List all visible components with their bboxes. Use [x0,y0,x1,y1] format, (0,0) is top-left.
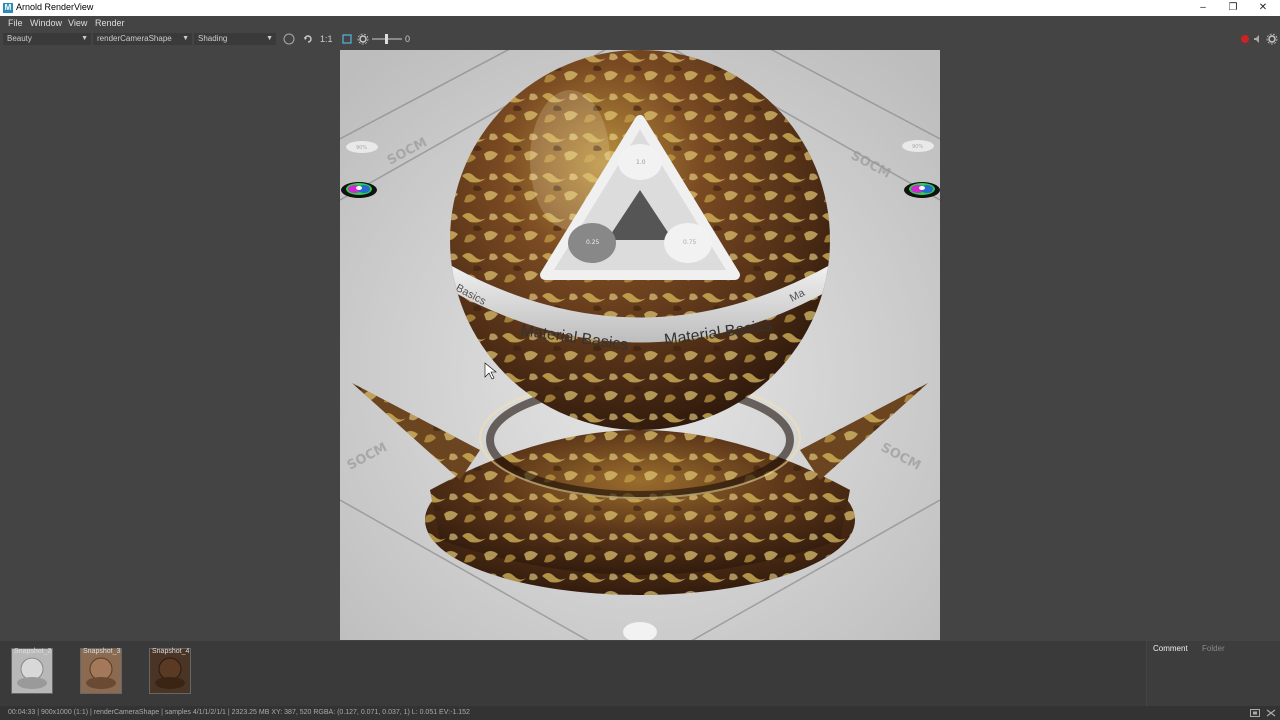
exposure-slider-handle[interactable] [385,34,388,44]
tri-label: 0.75 [683,239,697,246]
chevron-down-icon: ▼ [81,35,88,42]
stop-render-icon[interactable] [1240,34,1250,44]
delete-icon[interactable] [1266,709,1276,717]
tri-label: 1.0 [636,159,646,166]
color-wheel-icon [904,182,940,198]
snapshot-preview [17,657,47,689]
aov-dropdown-value: Beauty [7,34,32,43]
snapshot-label: Snapshot_4 [152,648,190,655]
render-scene: SOCM SOCM SOCM SOCM 90% 90% Material Bas… [340,50,940,640]
snapshot-thumb[interactable]: Snapshot_2 [11,648,53,694]
render-image[interactable]: SOCM SOCM SOCM SOCM 90% 90% Material Bas… [340,50,940,640]
refresh-icon[interactable] [302,33,314,45]
tab-comment[interactable]: Comment [1153,644,1188,653]
tri-label: 0.25 [586,239,600,246]
snapshot-thumb[interactable]: Snapshot_3 [80,648,122,694]
menu-view[interactable]: View [68,18,87,28]
chevron-down-icon: ▼ [266,35,273,42]
shader-ball-sphere: Material Basics Material Basics Basics M… [450,50,830,430]
gear-icon[interactable] [357,33,369,45]
chip-label: 90% [912,144,923,150]
snapshot-label: Snapshot_3 [83,648,121,655]
color-wheel-icon [341,182,377,198]
status-bar: 00:04:33 | 900x1000 (1:1) | renderCamera… [0,706,1280,720]
snapshot-preview [86,657,116,689]
maya-app-icon: M [3,3,13,13]
camera-dropdown-value: renderCameraShape [97,34,172,43]
menu-render[interactable]: Render [95,18,125,28]
comment-panel: Comment Folder [1147,641,1280,706]
menu-file[interactable]: File [8,18,23,28]
menu-bar: File Window View Render [0,16,1280,31]
status-text: 00:04:33 | 900x1000 (1:1) | renderCamera… [8,709,470,716]
mode-dropdown[interactable]: Shading ▼ [194,33,276,45]
minimize-button[interactable]: – [1188,0,1218,16]
snapshot-preview [155,657,185,689]
title-bar: M Arnold RenderView – ❐ ✕ [0,0,1280,16]
aov-dropdown[interactable]: Beauty ▼ [3,33,91,45]
mode-dropdown-value: Shading [198,34,228,43]
tab-folder[interactable]: Folder [1202,644,1225,653]
exposure-value: 0 [405,34,411,44]
chip-label: 90% [356,145,367,151]
channel-rgb-icon[interactable] [283,33,295,45]
camera-dropdown[interactable]: renderCameraShape ▼ [93,33,192,45]
settings-icon[interactable] [1266,33,1278,45]
snapshot-thumb[interactable]: Snapshot_4 [149,648,191,694]
ratio-button[interactable]: 1:1 [320,33,333,45]
snapshot-icon[interactable] [1250,709,1260,717]
toolbar: Beauty ▼ renderCameraShape ▼ Shading ▼ 1… [0,31,1280,48]
crop-region-icon[interactable] [341,33,353,45]
close-button[interactable]: ✕ [1248,0,1278,16]
restore-button[interactable]: ❐ [1218,0,1248,16]
chevron-down-icon: ▼ [182,35,189,42]
speaker-icon[interactable] [1253,34,1263,44]
menu-window[interactable]: Window [30,18,62,28]
window-title: Arnold RenderView [16,2,94,12]
snapshot-label: Snapshot_2 [14,648,52,655]
